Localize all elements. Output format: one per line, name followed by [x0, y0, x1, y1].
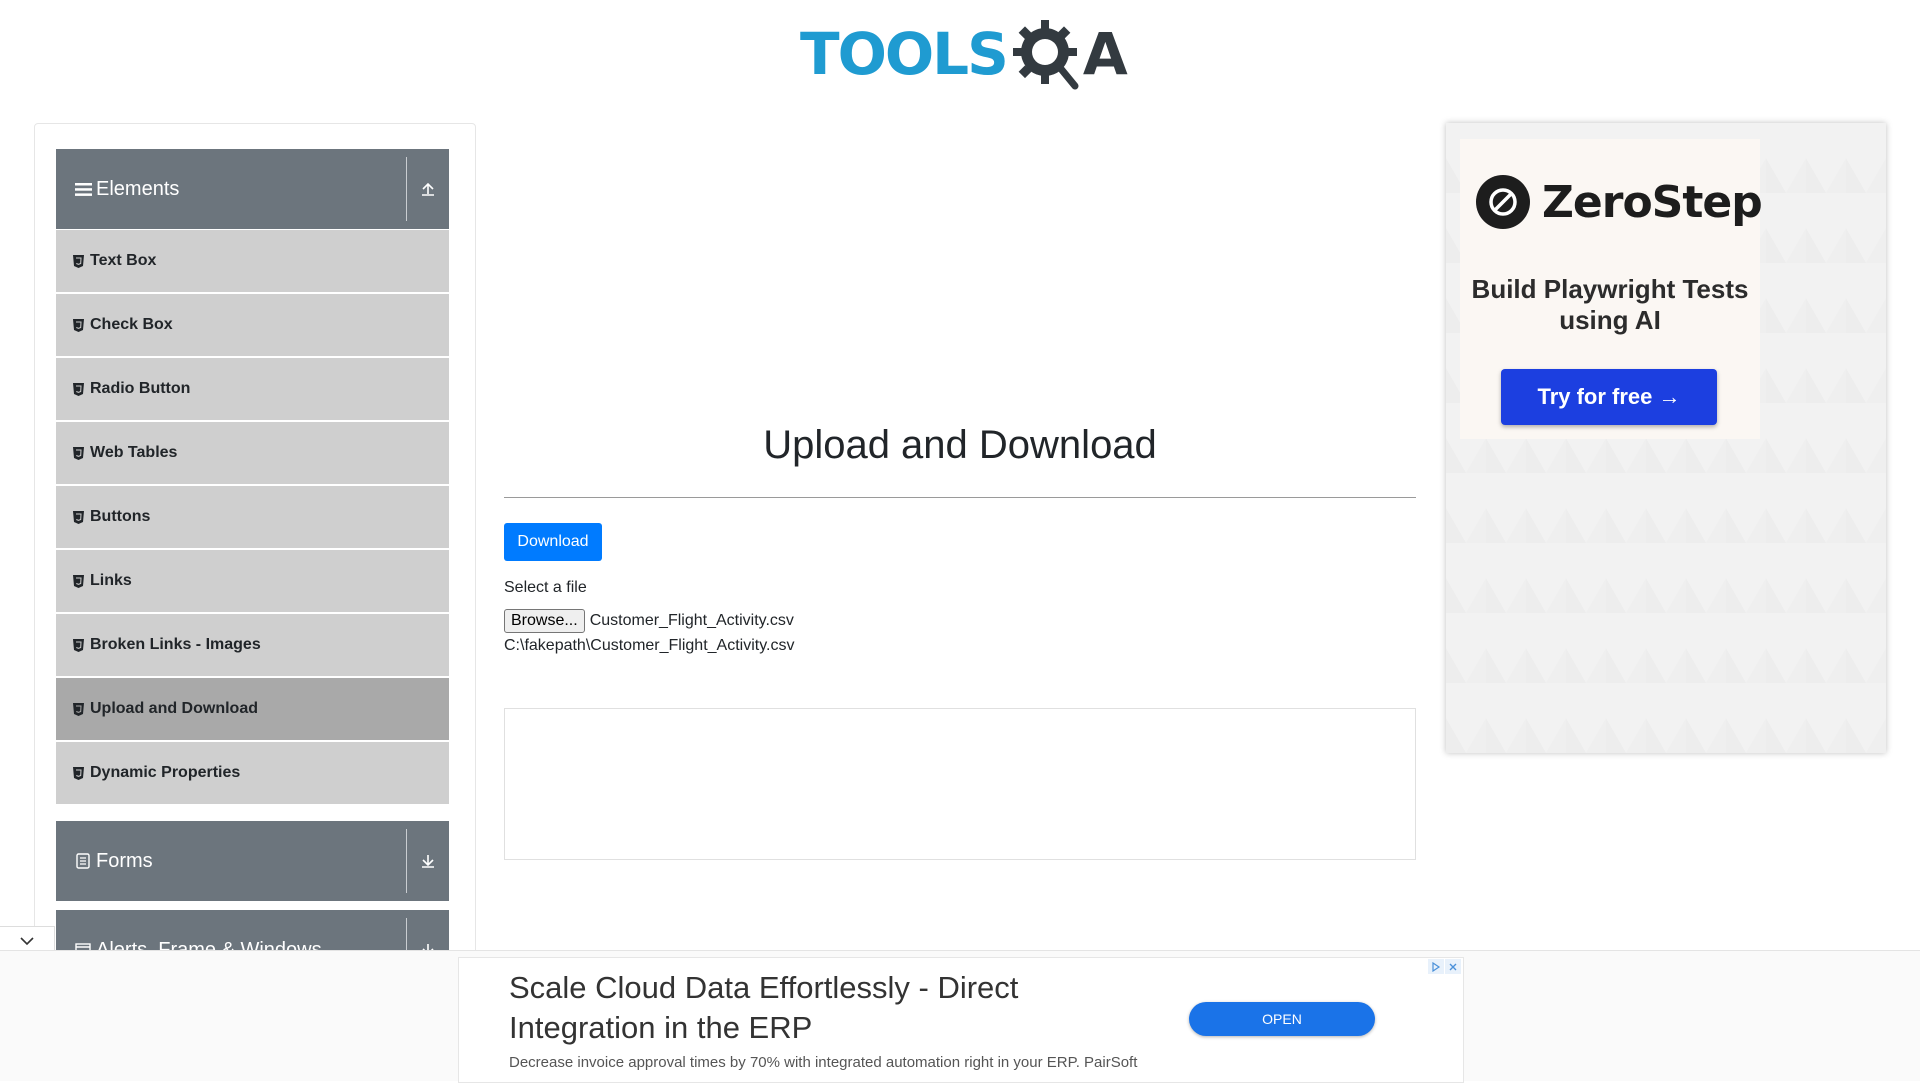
adchoices[interactable] — [1427, 959, 1461, 974]
group-label: Elements — [96, 177, 180, 200]
zerostep-ad[interactable]: ZeroStep Build Playwright Tests using AI… — [1446, 123, 1886, 753]
html5-icon — [72, 574, 84, 588]
html5-icon — [72, 254, 84, 268]
sidebar-item-label: Links — [90, 572, 132, 589]
download-button[interactable]: Download — [504, 523, 602, 561]
group-forms[interactable]: Forms — [56, 821, 449, 901]
ad-tagline: Build Playwright Tests using AI — [1471, 274, 1749, 335]
sidebar-item-label: Text Box — [90, 252, 157, 269]
sidebar-item-broken-links[interactable]: Broken Links - Images — [56, 614, 449, 678]
html5-icon — [72, 702, 84, 716]
page-title: Upload and Download — [763, 423, 1157, 467]
sidebar-item-web-tables[interactable]: Web Tables — [56, 422, 449, 486]
arrow-down-icon[interactable] — [407, 910, 449, 954]
sidebar-item-label: Dynamic Properties — [90, 764, 241, 781]
hamburger-icon — [74, 180, 92, 198]
arrow-up-icon[interactable] — [407, 149, 449, 229]
logo-q-gear — [1009, 14, 1089, 94]
html5-icon — [72, 638, 84, 652]
sidebar-item-dynamic-properties[interactable]: Dynamic Properties — [56, 742, 449, 806]
title-divider — [504, 497, 1416, 498]
gear-magnifier-icon — [1012, 20, 1079, 90]
chevron-down-icon — [20, 937, 34, 946]
left-panel: Elements Text Box Check Box Radio Button… — [34, 123, 476, 955]
group-alerts-frame-windows[interactable]: Alerts, Frame & Windows — [56, 910, 449, 954]
ad-headline[interactable]: Scale Cloud Data Effortlessly - Direct I… — [509, 968, 1129, 1048]
zerostep-brand: ZeroStep — [1476, 175, 1763, 229]
close-icon[interactable] — [1445, 959, 1461, 974]
sidebar-item-check-box[interactable]: Check Box — [56, 294, 449, 358]
sidebar-item-buttons[interactable]: Buttons — [56, 486, 449, 550]
ad-card: ZeroStep Build Playwright Tests using AI… — [1460, 139, 1763, 439]
bottom-ad-banner[interactable]: Scale Cloud Data Effortlessly - Direct I… — [458, 957, 1464, 1083]
zerostep-name: ZeroStep — [1542, 176, 1763, 228]
sidebar-item-text-box[interactable]: Text Box — [56, 230, 449, 294]
ad-open-button[interactable]: OPEN — [1189, 1002, 1375, 1036]
html5-icon — [72, 318, 84, 332]
ad-placeholder — [504, 708, 1416, 860]
logo-text-tools: TOOLS — [800, 20, 1009, 88]
sidebar-item-label: Buttons — [90, 508, 151, 525]
uploaded-file-path: C:\fakepath\Customer_Flight_Activity.csv — [504, 637, 795, 654]
sidebar-item-label: Upload and Download — [90, 700, 258, 717]
browse-button[interactable]: Browse... — [504, 609, 585, 633]
logo-text-a: A — [1082, 20, 1128, 88]
sidebar-item-radio-button[interactable]: Radio Button — [56, 358, 449, 422]
select-file-label: Select a file — [504, 579, 587, 596]
document-icon — [74, 852, 92, 870]
sidebar-item-label: Radio Button — [90, 380, 191, 397]
group-label: Forms — [96, 849, 153, 872]
file-input[interactable]: Browse... Customer_Flight_Activity.csv — [504, 609, 794, 633]
html5-icon — [72, 382, 84, 396]
html5-icon — [72, 766, 84, 780]
sidebar-item-upload-and-download[interactable]: Upload and Download — [56, 678, 449, 742]
sidebar-item-label: Broken Links - Images — [90, 636, 261, 653]
group-elements[interactable]: Elements — [56, 149, 449, 229]
sidebar-item-label: Check Box — [90, 316, 173, 333]
zerostep-logo-icon — [1476, 175, 1530, 229]
sidebar-item-label: Web Tables — [90, 444, 178, 461]
elements-menu: Text Box Check Box Radio Button Web Tabl… — [56, 230, 449, 806]
bottom-ad-bar: Scale Cloud Data Effortlessly - Direct I… — [0, 950, 1920, 1083]
sidebar-item-links[interactable]: Links — [56, 550, 449, 614]
toolsqa-logo[interactable]: TOOLS A — [800, 14, 1128, 94]
html5-icon — [72, 446, 84, 460]
adchoices-icon[interactable] — [1428, 959, 1444, 974]
selected-file-name: Customer_Flight_Activity.csv — [589, 612, 794, 629]
ad-description: Decrease invoice approval times by 70% w… — [509, 1054, 1138, 1071]
arrow-down-icon[interactable] — [407, 821, 449, 901]
html5-icon — [72, 510, 84, 524]
try-for-free-button[interactable]: Try for free → — [1501, 369, 1717, 425]
